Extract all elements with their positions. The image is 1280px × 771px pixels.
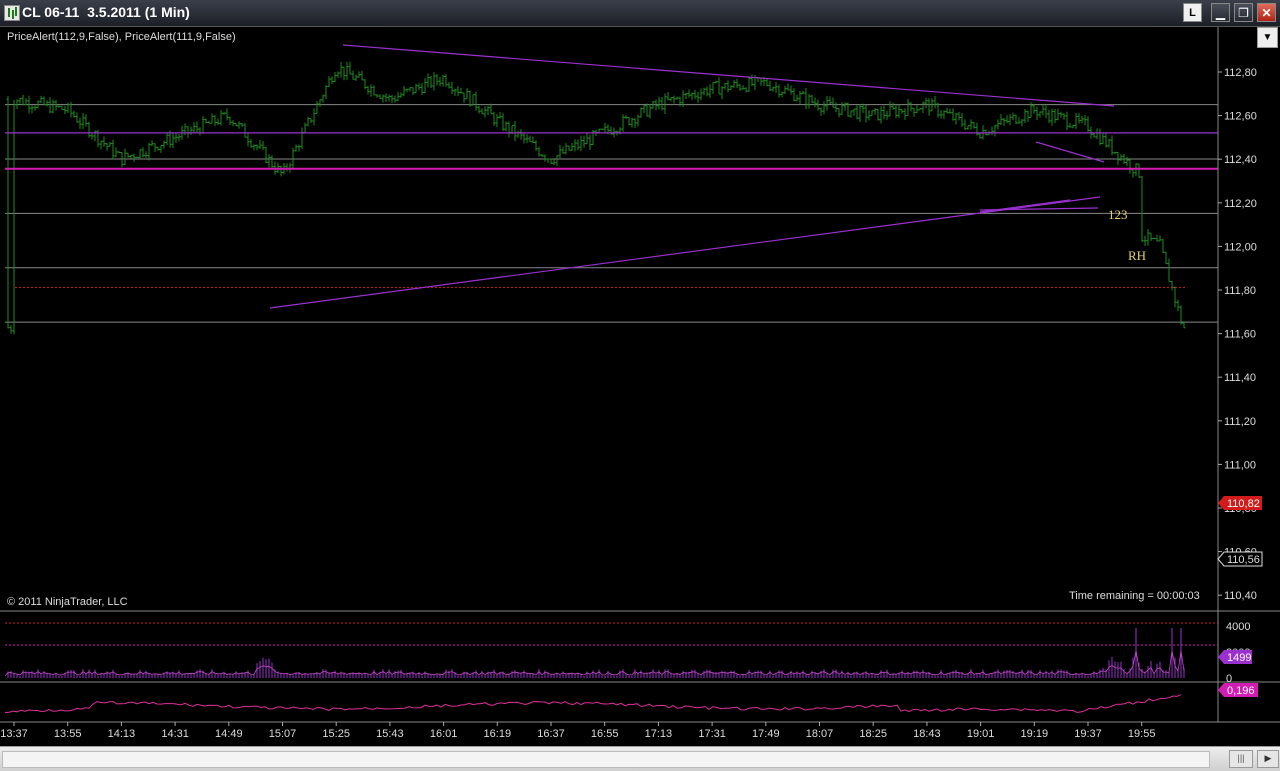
- time-tick-label: 19:37: [1074, 728, 1102, 740]
- time-tick-label: 17:13: [645, 728, 673, 740]
- restore-button[interactable]: ❐: [1234, 3, 1253, 22]
- price-tick-label: 112,00: [1224, 241, 1257, 253]
- time-remaining: Time remaining = 00:00:03: [1069, 590, 1200, 602]
- time-tick-label: 18:25: [859, 728, 887, 740]
- annotation-rh: RH: [1128, 248, 1146, 263]
- minimize-button[interactable]: ▁: [1211, 3, 1230, 22]
- price-tick-label: 111,00: [1224, 459, 1256, 471]
- price-marker-current-label: 110,56: [1227, 554, 1260, 566]
- close-button[interactable]: ✕: [1257, 3, 1276, 22]
- time-tick-label: 19:19: [1021, 728, 1049, 740]
- price-tick-label: 111,20: [1224, 416, 1256, 428]
- oscillator-marker-label: 0,196: [1227, 685, 1255, 697]
- time-tick-label: 18:07: [806, 728, 834, 740]
- horizontal-scrollbar[interactable]: ||| ▶: [0, 746, 1280, 771]
- chart-menu-dropdown[interactable]: ▼: [1257, 27, 1278, 48]
- scrollbar-thumb[interactable]: |||: [1229, 750, 1253, 768]
- volume-marker: 1499: [1218, 650, 1252, 664]
- price-tick-label: 112,60: [1224, 111, 1257, 123]
- price-tick-label: 110,40: [1224, 590, 1257, 602]
- time-tick-label: 16:37: [537, 728, 565, 740]
- price-marker-red-label: 110,82: [1227, 498, 1260, 510]
- price-marker-red: 110,82: [1218, 496, 1262, 510]
- time-tick-label: 16:01: [430, 728, 458, 740]
- time-tick-label: 15:25: [322, 728, 350, 740]
- chart-app-icon: [4, 5, 20, 21]
- price-tick-label: 112,20: [1224, 198, 1257, 210]
- time-tick-label: 14:49: [215, 728, 243, 740]
- price-tick-label: 111,40: [1224, 372, 1256, 384]
- price-tick-label: 112,80: [1224, 67, 1257, 79]
- time-tick-label: 13:55: [54, 728, 82, 740]
- price-tick-label: 111,60: [1224, 329, 1256, 341]
- scroll-right-button[interactable]: ▶: [1257, 750, 1279, 768]
- time-tick-label: 15:07: [269, 728, 297, 740]
- time-tick-label: 14:13: [108, 728, 136, 740]
- time-tick-label: 16:55: [591, 728, 619, 740]
- annotation-123: 123: [1108, 207, 1128, 222]
- time-tick-label: 17:31: [698, 728, 726, 740]
- copyright-text: © 2011 NinjaTrader, LLC: [7, 596, 128, 608]
- window-title: CL 06-11 3.5.2011 (1 Min): [22, 4, 190, 20]
- time-tick-label: 13:37: [0, 728, 28, 740]
- time-tick-label: 15:43: [376, 728, 404, 740]
- price-marker-current: 110,56: [1217, 551, 1263, 567]
- price-tick-label: 111,80: [1224, 285, 1256, 297]
- time-tick-label: 19:55: [1128, 728, 1156, 740]
- oscillator-marker: 0,196: [1218, 683, 1258, 697]
- indicator-label: PriceAlert(112,9,False), PriceAlert(111,…: [7, 31, 236, 43]
- volume-marker-label: 1499: [1227, 652, 1251, 664]
- time-tick-label: 16:19: [484, 728, 512, 740]
- price-tick-label: 112,40: [1224, 154, 1257, 166]
- price-chart[interactable]: 123 RH 112,80 112,60 112,40 112,20 112,00 111,…: [0, 27, 1280, 745]
- title-bar: CL 06-11 3.5.2011 (1 Min) L ▁ ❐ ✕: [0, 0, 1280, 27]
- volume-tick-label: 4000: [1226, 621, 1250, 633]
- time-tick-label: 18:43: [913, 728, 941, 740]
- time-tick-label: 17:49: [752, 728, 780, 740]
- scrollbar-track[interactable]: [2, 751, 1210, 768]
- link-button[interactable]: L: [1183, 3, 1202, 22]
- time-tick-label: 14:31: [161, 728, 189, 740]
- time-tick-label: 19:01: [967, 728, 995, 740]
